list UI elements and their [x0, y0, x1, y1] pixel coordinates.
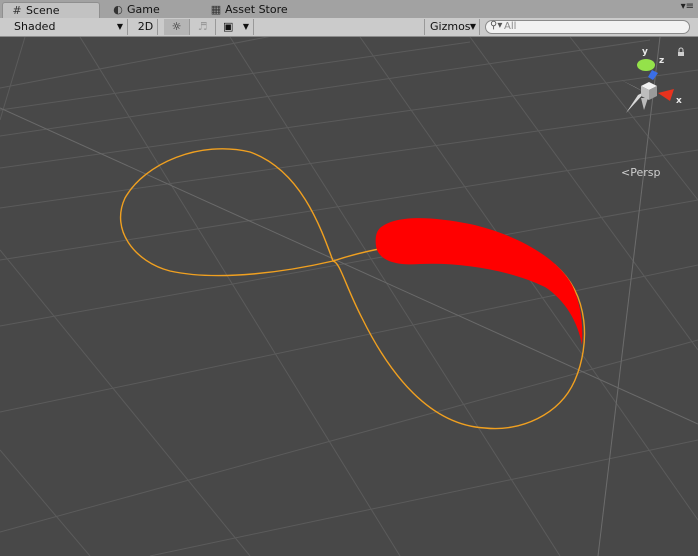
audio-toggle-button[interactable]: ♬: [190, 19, 216, 35]
viewport-background: [0, 37, 698, 556]
panel-menu-icon[interactable]: ▾≡: [681, 1, 694, 12]
search-placeholder: All: [504, 21, 517, 32]
gizmo-neg-y-cone[interactable]: [641, 98, 648, 110]
tab-game-label: Game: [127, 3, 160, 16]
orientation-gizmo[interactable]: y z x: [608, 43, 698, 123]
scene-viewport[interactable]: y z x <Persp: [0, 37, 698, 556]
tab-asset-store-label: Asset Store: [225, 3, 288, 16]
gizmos-dropdown[interactable]: Gizmos ▼: [424, 19, 480, 35]
tab-bar: # Scene ◐ Game ▦ Asset Store ▾≡: [0, 0, 698, 19]
2d-toggle-label: 2D: [137, 20, 154, 33]
chevron-left-icon: <: [621, 166, 631, 179]
lighting-toggle-button[interactable]: ☼: [164, 19, 190, 35]
shading-mode-label: Shaded: [14, 20, 56, 33]
search-field[interactable]: ⚲▾ All: [485, 20, 690, 34]
chevron-down-icon: ▼: [116, 22, 123, 31]
gizmos-label: Gizmos: [430, 20, 471, 33]
tab-game[interactable]: ◐ Game: [104, 2, 194, 18]
gizmo-y-cone[interactable]: [637, 59, 655, 71]
projection-toggle[interactable]: <Persp: [621, 166, 660, 179]
gizmo-z-cone[interactable]: [648, 70, 658, 80]
gizmo-label-z: z: [659, 56, 664, 66]
gizmo-x-cone[interactable]: [658, 89, 674, 101]
tab-scene-label: Scene: [26, 4, 60, 17]
tab-asset-store[interactable]: ▦ Asset Store: [202, 2, 312, 18]
2d-toggle-button[interactable]: 2D: [134, 19, 158, 35]
sun-icon: ☼: [171, 20, 182, 33]
pacman-icon: ◐: [113, 3, 123, 16]
lock-icon[interactable]: [678, 47, 684, 56]
unity-scene-window: # Scene ◐ Game ▦ Asset Store ▾≡ Shaded ▼ 2D…: [0, 0, 698, 556]
bag-icon: ▦: [210, 3, 222, 16]
scene-canvas: [0, 37, 698, 556]
effects-dropdown[interactable]: ▣ ▼: [218, 19, 254, 35]
search-icon: ⚲▾: [490, 20, 503, 31]
scene-toolbar: Shaded ▼ 2D ☼ ♬ ▣ ▼ Gizmos ▼ ⚲▾ All: [0, 18, 698, 37]
gizmo-label-y: y: [642, 47, 648, 57]
projection-label: Persp: [630, 166, 661, 179]
chevron-down-icon: ▼: [469, 22, 476, 31]
speaker-icon: ♬: [197, 20, 208, 33]
grid-icon: #: [12, 4, 22, 17]
gizmo-label-x: x: [676, 96, 682, 106]
image-icon: ▣: [223, 20, 234, 33]
shading-mode-dropdown[interactable]: Shaded ▼: [4, 19, 128, 35]
tab-scene[interactable]: # Scene: [2, 2, 100, 18]
chevron-down-icon: ▼: [242, 22, 249, 31]
